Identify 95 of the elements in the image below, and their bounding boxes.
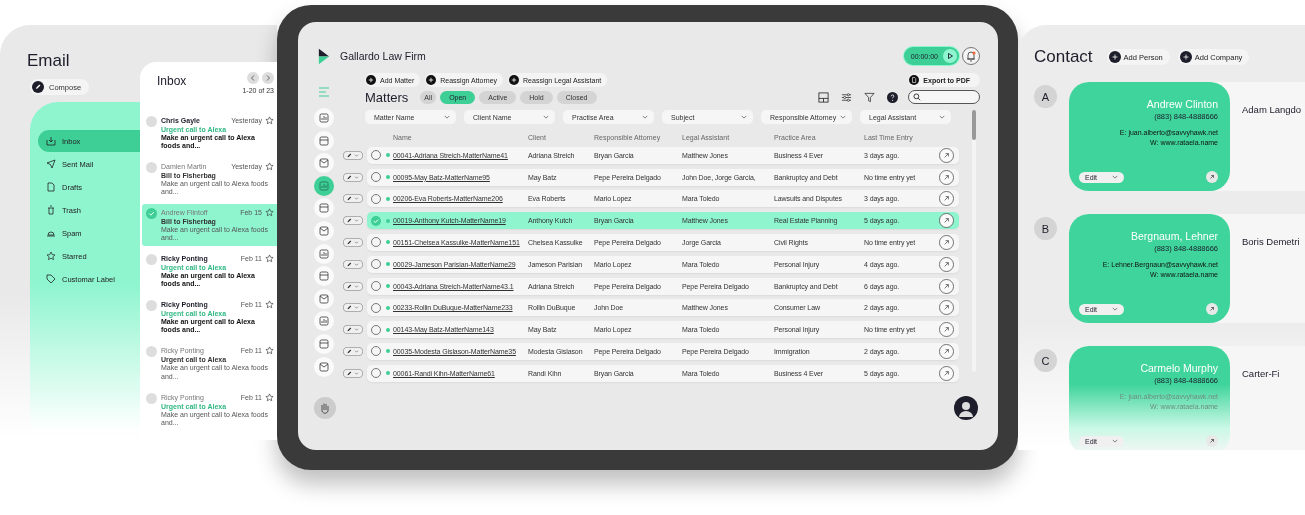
help-icon[interactable] bbox=[887, 91, 898, 103]
contact-name: Carter-Fi bbox=[1242, 368, 1280, 379]
letter-badge: B bbox=[1034, 217, 1057, 240]
status-dot bbox=[386, 305, 390, 310]
checkbox-icon[interactable] bbox=[371, 302, 381, 313]
checkbox-icon[interactable] bbox=[371, 237, 381, 248]
grid-icon[interactable] bbox=[314, 175, 334, 196]
contact-name: Carmelo Murphy bbox=[1140, 362, 1218, 374]
edit-dropdown-icon[interactable] bbox=[343, 150, 363, 160]
status-dot bbox=[386, 327, 390, 332]
filter-icon[interactable] bbox=[864, 91, 875, 103]
star-icon[interactable] bbox=[265, 300, 274, 310]
status-dot bbox=[386, 240, 390, 245]
edit-dropdown-icon[interactable] bbox=[343, 281, 363, 291]
inbox-title: Inbox bbox=[157, 74, 187, 90]
edit-dropdown-icon[interactable] bbox=[343, 303, 363, 313]
star-icon[interactable] bbox=[265, 162, 274, 172]
contact-name: Boris Demetri bbox=[1242, 236, 1300, 247]
avatar bbox=[146, 116, 157, 127]
caret-icon bbox=[939, 115, 945, 119]
mail-icon[interactable] bbox=[314, 153, 334, 174]
caret-icon bbox=[1112, 175, 1118, 179]
status-dot bbox=[386, 284, 390, 289]
star-icon bbox=[46, 251, 56, 261]
contact-name: Adam Langdo bbox=[1242, 104, 1302, 115]
status-dot bbox=[386, 349, 390, 354]
star-icon[interactable] bbox=[265, 254, 274, 264]
avatar bbox=[146, 254, 157, 266]
checkbox-icon[interactable] bbox=[371, 368, 381, 379]
tag-icon bbox=[46, 274, 56, 284]
contact-name: Bergnaum, Lehner bbox=[1131, 230, 1218, 242]
edit-dropdown-icon[interactable] bbox=[343, 346, 363, 356]
edit-dropdown-icon[interactable] bbox=[343, 259, 363, 269]
checkbox-icon[interactable] bbox=[371, 324, 381, 335]
page-title: Matters bbox=[365, 89, 409, 105]
pencil-icon bbox=[32, 81, 44, 93]
play-icon bbox=[943, 49, 957, 63]
status-dot bbox=[386, 153, 390, 158]
trash-icon bbox=[46, 205, 56, 215]
search-field[interactable] bbox=[908, 90, 980, 104]
checkbox-checked-icon[interactable] bbox=[371, 215, 381, 226]
previous-button[interactable] bbox=[247, 72, 259, 84]
status-dot bbox=[386, 175, 390, 180]
plus-icon bbox=[426, 75, 437, 85]
caret-icon bbox=[543, 115, 549, 119]
star-icon[interactable] bbox=[265, 116, 274, 125]
edit-dropdown-icon[interactable] bbox=[343, 194, 363, 204]
status-dot bbox=[386, 218, 390, 223]
contact-name: Andrew Clinton bbox=[1146, 98, 1218, 110]
caret-icon bbox=[840, 115, 846, 119]
star-icon[interactable] bbox=[265, 392, 274, 402]
avatar bbox=[146, 346, 157, 358]
edit-dropdown-icon[interactable] bbox=[343, 216, 363, 226]
checkbox-icon[interactable] bbox=[371, 281, 381, 292]
avatar bbox=[146, 162, 157, 174]
caret-icon bbox=[1112, 307, 1118, 311]
edit-dropdown-icon[interactable] bbox=[343, 172, 363, 182]
logo-icon bbox=[318, 47, 330, 65]
next-button[interactable] bbox=[262, 72, 274, 84]
plus-icon bbox=[1108, 51, 1121, 63]
panel-title: Contact bbox=[1034, 47, 1093, 67]
plus-icon bbox=[509, 75, 520, 85]
firm-name: Gallardo Law Firm bbox=[340, 50, 426, 62]
inbox-icon bbox=[46, 136, 56, 146]
checkbox-icon[interactable] bbox=[371, 150, 381, 161]
avatar-icon[interactable] bbox=[954, 396, 978, 420]
edit-dropdown-icon[interactable] bbox=[343, 368, 363, 378]
layout-icon[interactable] bbox=[818, 91, 829, 103]
letter-badge: C bbox=[1034, 349, 1057, 372]
panel-title: Email bbox=[27, 51, 70, 71]
avatar bbox=[146, 392, 157, 404]
send-icon bbox=[46, 159, 56, 169]
caret-icon bbox=[741, 115, 747, 119]
checkbox-icon[interactable] bbox=[371, 172, 381, 183]
caret-icon bbox=[444, 115, 450, 119]
checkbox-icon[interactable] bbox=[371, 259, 381, 270]
edit-dropdown-icon[interactable] bbox=[343, 238, 363, 247]
caret-icon bbox=[642, 115, 648, 119]
status-dot bbox=[386, 196, 390, 201]
search-icon bbox=[913, 93, 921, 101]
plus-icon bbox=[1179, 51, 1192, 63]
check-icon bbox=[146, 208, 157, 220]
letter-badge: A bbox=[1034, 85, 1057, 108]
sliders-icon[interactable] bbox=[841, 91, 852, 103]
status-dot bbox=[386, 371, 390, 376]
plus-icon bbox=[366, 75, 376, 85]
checkbox-icon[interactable] bbox=[371, 193, 381, 204]
avatar bbox=[146, 300, 157, 312]
star-icon[interactable] bbox=[265, 346, 274, 356]
checkbox-icon[interactable] bbox=[371, 346, 381, 357]
caret-icon bbox=[1112, 439, 1118, 443]
edit-dropdown-icon[interactable] bbox=[343, 325, 363, 335]
status-dot bbox=[386, 262, 390, 267]
bell-icon[interactable] bbox=[962, 47, 980, 65]
star-icon[interactable] bbox=[265, 208, 274, 218]
